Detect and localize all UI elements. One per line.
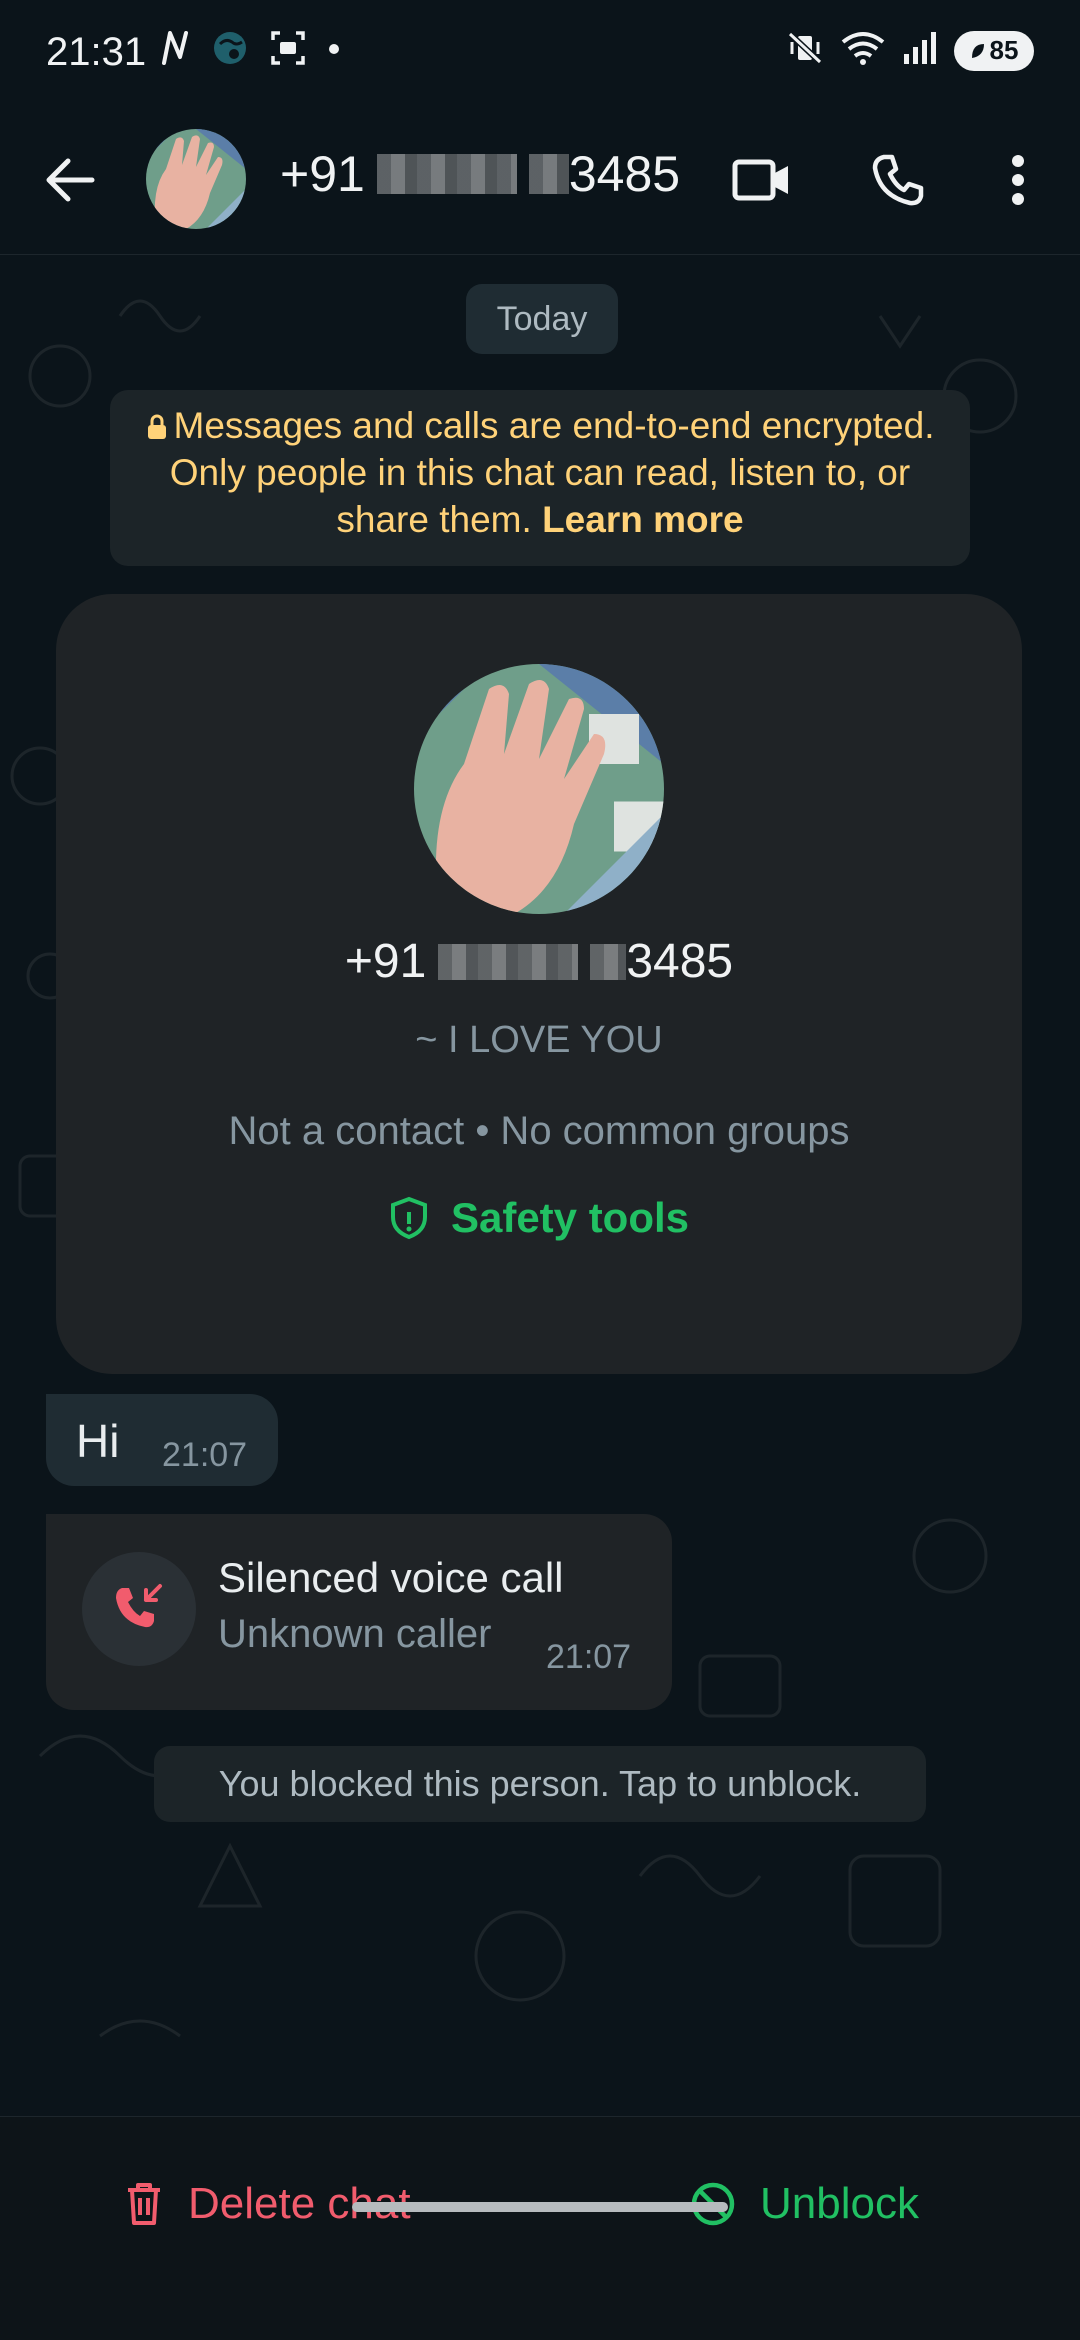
call-time: 21:07 bbox=[546, 1638, 632, 1676]
status-bar: 21:31 85 bbox=[0, 0, 1080, 105]
encryption-notice[interactable]: Messages and calls are end-to-end encryp… bbox=[110, 390, 970, 566]
n-icon bbox=[160, 31, 190, 70]
wifi-icon bbox=[840, 30, 886, 71]
bottom-action-bar: Delete chat Unblock bbox=[0, 2116, 1080, 2340]
status-left-icons bbox=[160, 30, 340, 71]
more-options-icon bbox=[1012, 155, 1024, 205]
number-suffix: 3485 bbox=[626, 935, 734, 988]
vibrate-mute-icon bbox=[786, 30, 824, 71]
contact-number: +91 3485 bbox=[56, 934, 1022, 989]
shield-icon bbox=[390, 1196, 427, 1240]
video-call-button[interactable] bbox=[730, 148, 794, 212]
voice-call-icon bbox=[872, 154, 924, 206]
world-icon bbox=[212, 30, 248, 71]
safety-tools-label: Safety tools bbox=[450, 1194, 690, 1241]
home-indicator[interactable] bbox=[352, 2202, 728, 2212]
avatar[interactable] bbox=[146, 129, 246, 229]
voice-call-button[interactable] bbox=[866, 148, 930, 212]
number-suffix: 3485 bbox=[568, 146, 681, 202]
contact-about: ~ I LOVE YOU bbox=[415, 1019, 663, 1061]
missed-call-icon-circle bbox=[82, 1552, 196, 1666]
message-time: 21:07 bbox=[162, 1436, 248, 1474]
safety-tools-button[interactable]: Safety tools bbox=[56, 1194, 1022, 1242]
call-subtitle: Unknown caller bbox=[218, 1612, 492, 1656]
call-title: Silenced voice call bbox=[218, 1554, 564, 1601]
lock-icon bbox=[147, 414, 166, 439]
contact-title[interactable]: +91 3485 bbox=[280, 145, 680, 203]
chat-header: +91 3485 bbox=[0, 105, 1080, 255]
contact-info-card: +91 3485 ~ I LOVE YOU Not a contact • No… bbox=[56, 594, 1022, 1374]
signal-icon bbox=[902, 30, 938, 71]
trash-icon bbox=[128, 2183, 160, 2225]
redacted-number-block bbox=[590, 943, 627, 980]
redacted-number-block bbox=[528, 154, 569, 194]
contact-avatar[interactable] bbox=[414, 664, 664, 914]
back-button[interactable] bbox=[38, 148, 102, 212]
battery-indicator: 85 bbox=[954, 30, 1034, 71]
back-arrow-icon bbox=[46, 158, 95, 202]
status-right-icons: 85 bbox=[786, 30, 1034, 71]
message-bubble[interactable]: Hi 21:07 bbox=[46, 1394, 278, 1486]
learn-more-link[interactable]: Learn more bbox=[542, 499, 744, 540]
hand-photo-image bbox=[414, 664, 664, 914]
redacted-number-block bbox=[376, 154, 517, 194]
message-text: Hi bbox=[76, 1415, 120, 1467]
date-chip: Today bbox=[466, 284, 618, 354]
chat-area[interactable]: Today Messages and calls are end-to-end … bbox=[0, 256, 1080, 2116]
number-prefix: +91 bbox=[344, 935, 427, 988]
call-log-bubble[interactable]: Silenced voice call Unknown caller 21:07 bbox=[46, 1514, 672, 1710]
redacted-number-block bbox=[438, 943, 579, 980]
dot-icon bbox=[328, 42, 340, 60]
video-call-icon bbox=[732, 159, 788, 201]
number-prefix: +91 bbox=[280, 146, 365, 202]
blocked-notice[interactable]: You blocked this person. Tap to unblock. bbox=[154, 1746, 926, 1822]
battery-level: 85 bbox=[989, 35, 1019, 65]
screenshot-icon bbox=[270, 30, 306, 71]
charging-leaf-icon bbox=[971, 43, 984, 58]
more-options-button[interactable] bbox=[986, 148, 1050, 212]
status-time: 21:31 bbox=[46, 30, 147, 74]
hand-photo-image bbox=[146, 129, 246, 229]
missed-call-icon bbox=[116, 1584, 162, 1628]
unblock-label: Unblock bbox=[760, 2179, 919, 2228]
contact-meta: Not a contact • No common groups bbox=[228, 1109, 850, 1153]
